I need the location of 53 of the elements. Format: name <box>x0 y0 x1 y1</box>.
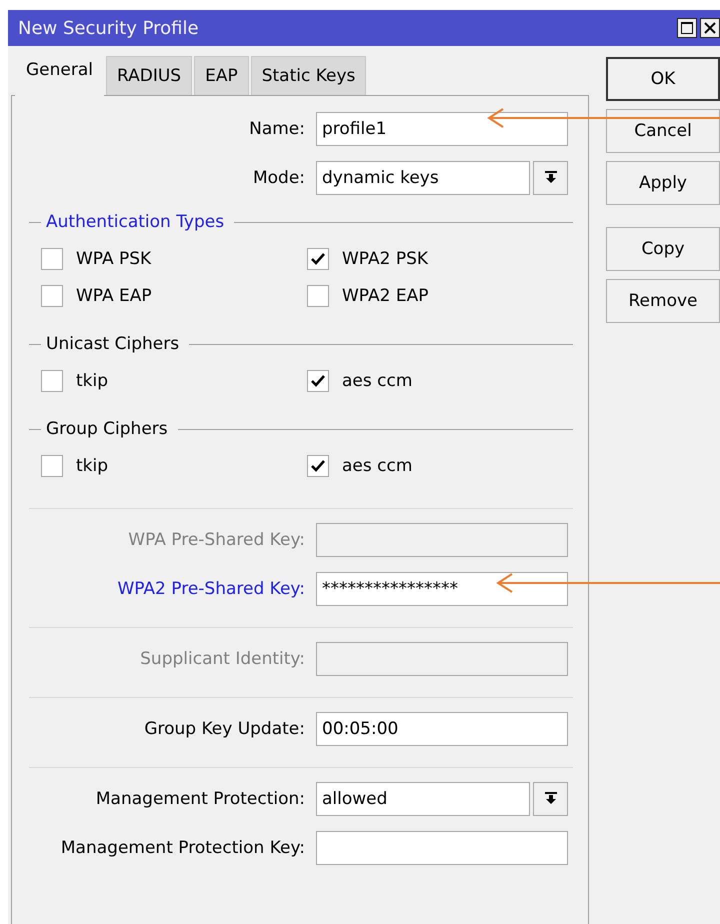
checkbox[interactable] <box>307 284 329 306</box>
check-icon <box>311 460 325 472</box>
group-title: Unicast Ciphers <box>46 334 180 354</box>
input-field[interactable] <box>316 830 568 864</box>
input-field[interactable]: profile1 <box>316 112 568 146</box>
group-title: Group Ciphers <box>46 419 168 439</box>
field-label: WPA2 Pre-Shared Key: <box>116 578 305 598</box>
checkbox-label: WPA2 EAP <box>342 286 428 306</box>
checkbox-label: WPA2 PSK <box>342 248 428 268</box>
tab[interactable]: Static Keys <box>250 56 366 95</box>
field-label: Name: <box>248 118 305 138</box>
checkbox[interactable] <box>307 248 329 270</box>
checkbox-label: WPA PSK <box>76 248 152 268</box>
checkbox[interactable] <box>307 454 329 476</box>
field-label: Management Protection: <box>94 788 305 808</box>
dropdown-button[interactable] <box>533 160 568 194</box>
dialog-button[interactable]: Copy <box>606 227 720 271</box>
input-field[interactable]: 00:05:00 <box>316 712 568 746</box>
maximize-button[interactable] <box>677 18 697 38</box>
tab[interactable]: RADIUS <box>106 56 192 95</box>
group-title: Authentication Types <box>46 212 224 232</box>
close-button[interactable] <box>700 18 720 38</box>
dialog-button[interactable]: Remove <box>606 279 720 323</box>
tab[interactable]: EAP <box>194 56 249 95</box>
checkbox[interactable] <box>41 370 63 392</box>
checkbox[interactable] <box>41 248 63 270</box>
check-icon <box>311 374 325 386</box>
checkbox-label: tkip <box>76 456 108 476</box>
field-label: Supplicant Identity: <box>139 648 305 668</box>
checkbox-label: tkip <box>76 370 108 390</box>
dropdown-field[interactable]: allowed <box>316 782 530 816</box>
checkbox[interactable] <box>41 454 63 476</box>
dialog-button[interactable]: OK <box>606 57 720 101</box>
down-arrow-icon <box>544 792 556 805</box>
checkbox[interactable] <box>307 370 329 392</box>
field-label: Group Key Update: <box>143 718 305 738</box>
window-title: New Security Profile <box>18 18 200 38</box>
dropdown-button[interactable] <box>533 782 568 816</box>
checkbox-label: aes ccm <box>342 370 412 390</box>
field-label: Mode: <box>252 168 305 188</box>
dropdown-field[interactable]: dynamic keys <box>316 160 530 194</box>
close-icon <box>704 22 716 34</box>
checkbox[interactable] <box>41 284 63 306</box>
input-field[interactable]: **************** <box>316 572 568 606</box>
down-arrow-icon <box>544 171 556 184</box>
checkbox-label: aes ccm <box>342 456 412 476</box>
field-label: WPA Pre-Shared Key: <box>127 530 305 550</box>
dialog-button[interactable]: Apply <box>606 161 720 205</box>
maximize-icon <box>681 22 693 34</box>
dialog-button[interactable]: Cancel <box>606 109 720 153</box>
field-label: Management Protection Key: <box>60 838 305 858</box>
checkbox-label: WPA EAP <box>76 286 152 306</box>
check-icon <box>311 252 325 264</box>
